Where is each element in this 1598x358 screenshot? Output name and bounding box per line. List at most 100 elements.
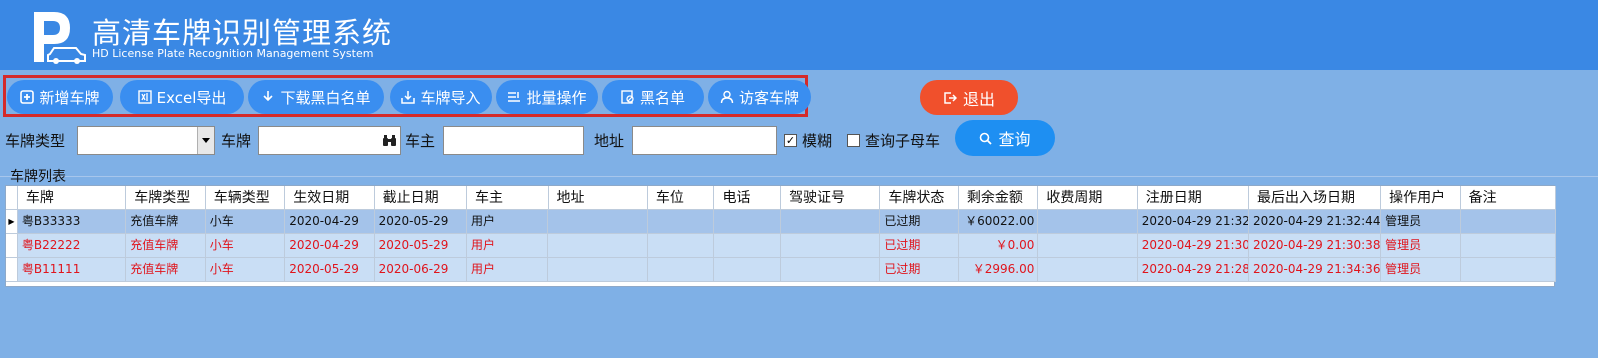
download-list-label: 下载黑白名单 bbox=[280, 88, 371, 107]
table-cell[interactable]: 小车 bbox=[205, 210, 286, 234]
table-cell[interactable]: 2020-06-29 bbox=[374, 258, 468, 282]
sub-parent-checkbox[interactable] bbox=[847, 134, 860, 147]
table-row[interactable]: 粤B22222 充值车牌 小车 2020-04-29 2020-05-29 用户 已过期 ￥0… bbox=[6, 234, 1556, 258]
table-cell[interactable] bbox=[1038, 210, 1138, 234]
table-row[interactable]: ▶ 粤B33333 充值车牌 小车 2020-04-29 2020-05-29 用户 已过期 ￥… bbox=[6, 210, 1556, 234]
binoculars-icon[interactable] bbox=[382, 134, 397, 147]
table-cell[interactable] bbox=[647, 210, 715, 234]
plate-table[interactable]: 车牌 车牌类型 车辆类型 生效日期 截止日期 车主 地址 车位 电话 驾驶证号 … bbox=[5, 185, 1557, 287]
row-indicator[interactable] bbox=[6, 258, 18, 282]
table-cell[interactable] bbox=[781, 258, 881, 282]
blacklist-icon bbox=[621, 90, 634, 104]
table-cell[interactable]: ￥60022.00 bbox=[958, 210, 1039, 234]
col-header[interactable]: 注册日期 bbox=[1137, 186, 1250, 210]
section-title: 车牌列表 bbox=[10, 169, 66, 185]
col-header[interactable]: 驾驶证号 bbox=[781, 186, 881, 210]
table-cell[interactable] bbox=[548, 234, 648, 258]
col-header[interactable]: 车牌类型 bbox=[126, 186, 206, 210]
address-input[interactable] bbox=[632, 126, 777, 155]
table-row[interactable]: 粤B11111 充值车牌 小车 2020-05-29 2020-06-29 用户 已过期 ￥2… bbox=[6, 258, 1556, 282]
table-cell[interactable]: 2020-04-29 21:32:44 bbox=[1137, 210, 1249, 234]
plate-import-button[interactable]: 车牌导入 bbox=[390, 80, 492, 114]
table-cell[interactable] bbox=[1460, 258, 1556, 282]
table-cell[interactable]: 2020-04-29 21:28:36 bbox=[1137, 258, 1249, 282]
col-header[interactable]: 收费周期 bbox=[1038, 186, 1138, 210]
table-cell[interactable] bbox=[781, 210, 881, 234]
add-plate-button[interactable]: 新增车牌 bbox=[7, 80, 113, 114]
batch-operation-label: 批量操作 bbox=[526, 88, 587, 107]
blacklist-button[interactable]: 黑名单 bbox=[602, 80, 704, 114]
table-cell[interactable]: 粤B33333 bbox=[17, 210, 127, 234]
table-cell[interactable]: 管理员 bbox=[1381, 210, 1461, 234]
col-header[interactable]: 备注 bbox=[1460, 186, 1557, 210]
col-header[interactable]: 车主 bbox=[467, 186, 549, 210]
table-cell[interactable] bbox=[714, 258, 781, 282]
exit-button[interactable]: 退出 bbox=[920, 80, 1018, 115]
table-cell[interactable]: 管理员 bbox=[1381, 258, 1461, 282]
table-cell[interactable] bbox=[1038, 258, 1138, 282]
visitor-plate-button[interactable]: 访客车牌 bbox=[708, 80, 811, 114]
table-cell[interactable] bbox=[647, 258, 715, 282]
table-cell[interactable]: 2020-04-29 21:30:38 bbox=[1137, 234, 1249, 258]
query-label: 查询 bbox=[998, 130, 1031, 149]
table-cell[interactable]: 已过期 bbox=[880, 258, 959, 282]
table-cell[interactable]: 用户 bbox=[467, 210, 549, 234]
row-indicator[interactable] bbox=[6, 234, 18, 258]
batch-operation-button[interactable]: 批量操作 bbox=[496, 80, 598, 114]
col-header[interactable]: 车辆类型 bbox=[205, 186, 286, 210]
table-cell[interactable]: 2020-04-29 bbox=[285, 234, 375, 258]
col-header[interactable]: 最后出入场日期 bbox=[1249, 186, 1382, 210]
table-cell[interactable]: 充值车牌 bbox=[126, 258, 206, 282]
owner-input[interactable] bbox=[443, 126, 584, 155]
col-header[interactable]: 剩余金额 bbox=[958, 186, 1039, 210]
table-cell[interactable]: 粤B22222 bbox=[17, 234, 127, 258]
table-cell[interactable]: 2020-04-29 bbox=[285, 210, 375, 234]
app-header: 高清车牌识别管理系统 HD License Plate Recognition … bbox=[0, 0, 1598, 70]
row-indicator[interactable]: ▶ bbox=[6, 210, 18, 234]
col-header[interactable]: 操作用户 bbox=[1381, 186, 1461, 210]
col-header[interactable]: 生效日期 bbox=[285, 186, 375, 210]
query-button[interactable]: 查询 bbox=[955, 120, 1055, 156]
table-cell[interactable] bbox=[714, 210, 781, 234]
table-cell[interactable] bbox=[647, 234, 715, 258]
table-cell[interactable]: 小车 bbox=[205, 234, 286, 258]
table-cell[interactable] bbox=[714, 234, 781, 258]
download-list-button[interactable]: 下载黑白名单 bbox=[248, 80, 384, 114]
table-cell[interactable] bbox=[548, 258, 648, 282]
col-header[interactable]: 车牌 bbox=[17, 186, 127, 210]
col-header[interactable]: 车牌状态 bbox=[880, 186, 959, 210]
plate-type-select[interactable] bbox=[77, 126, 215, 155]
table-cell[interactable]: 粤B11111 bbox=[17, 258, 127, 282]
table-cell[interactable]: 2020-04-29 21:30:38 bbox=[1249, 234, 1382, 258]
table-cell[interactable]: 2020-05-29 bbox=[374, 210, 468, 234]
table-cell[interactable]: 2020-05-29 bbox=[285, 258, 375, 282]
table-cell[interactable]: 2020-05-29 bbox=[374, 234, 468, 258]
col-header[interactable]: 截止日期 bbox=[374, 186, 468, 210]
table-cell[interactable]: 已过期 bbox=[880, 234, 959, 258]
table-cell[interactable]: 用户 bbox=[467, 234, 549, 258]
table-cell[interactable]: 充值车牌 bbox=[126, 234, 206, 258]
table-cell[interactable]: 用户 bbox=[467, 258, 549, 282]
parking-logo-icon bbox=[34, 12, 86, 64]
chevron-down-icon[interactable] bbox=[197, 127, 214, 154]
excel-export-button[interactable]: Excel导出 bbox=[120, 80, 244, 114]
table-cell[interactable] bbox=[1460, 210, 1556, 234]
plate-import-label: 车牌导入 bbox=[420, 88, 481, 107]
col-header[interactable]: 车位 bbox=[647, 186, 715, 210]
table-cell[interactable]: 已过期 bbox=[880, 210, 959, 234]
table-cell[interactable]: 2020-04-29 21:32:44 bbox=[1249, 210, 1382, 234]
table-cell[interactable] bbox=[548, 210, 648, 234]
table-cell[interactable]: ￥0.00 bbox=[958, 234, 1039, 258]
table-cell[interactable] bbox=[781, 234, 881, 258]
col-header[interactable]: 电话 bbox=[714, 186, 782, 210]
table-cell[interactable] bbox=[1460, 234, 1556, 258]
fuzzy-checkbox[interactable]: ✓ bbox=[784, 134, 797, 147]
table-cell[interactable]: ￥2996.00 bbox=[958, 258, 1039, 282]
table-cell[interactable]: 充值车牌 bbox=[126, 210, 206, 234]
table-cell[interactable]: 2020-04-29 21:34:36 bbox=[1249, 258, 1382, 282]
table-cell[interactable]: 小车 bbox=[205, 258, 286, 282]
table-cell[interactable] bbox=[1038, 234, 1138, 258]
col-header[interactable]: 地址 bbox=[548, 186, 648, 210]
table-cell[interactable]: 管理员 bbox=[1381, 234, 1461, 258]
plate-search-input[interactable] bbox=[258, 126, 401, 155]
